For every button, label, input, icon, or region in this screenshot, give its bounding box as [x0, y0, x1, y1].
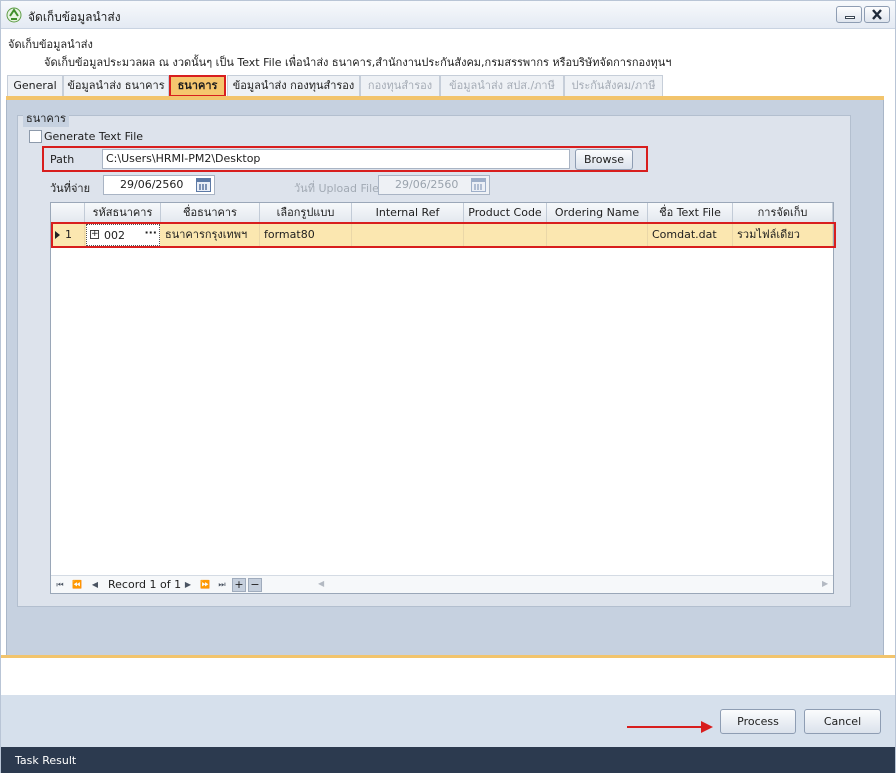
previous-record-icon[interactable]: ◀	[88, 578, 102, 592]
column-header[interactable]: Product Code	[464, 203, 547, 223]
remove-record-icon[interactable]: −	[248, 578, 262, 592]
tab-bank[interactable]: ธนาคาร	[169, 75, 226, 97]
recycle-app-icon	[6, 7, 22, 23]
column-header[interactable]: เลือกรูปแบบ	[260, 203, 352, 223]
description-body: จัดเก็บข้อมูลประมวลผล ณ งวดนั้นๆ เป็น Te…	[44, 56, 672, 69]
column-header[interactable]: รหัสธนาคาร	[85, 203, 161, 223]
cancel-button[interactable]: Cancel	[804, 709, 881, 734]
calendar-icon	[471, 178, 486, 192]
record-counter: Record 1 of 1	[108, 578, 182, 591]
task-result-label[interactable]: Task Result	[15, 754, 76, 767]
bank-grid: รหัสธนาคาร ชื่อธนาคาร เลือกรูปแบบ Intern…	[50, 202, 834, 594]
path-input[interactable]: C:\Users\HRMI-PM2\Desktop	[102, 149, 570, 169]
status-bar: Task Result	[1, 747, 895, 773]
minimize-button[interactable]	[836, 6, 862, 23]
column-header[interactable]: การจัดเก็บ	[733, 203, 833, 223]
pay-date-input[interactable]: 29/06/2560	[103, 175, 215, 195]
tab-bank-submission-data[interactable]: ข้อมูลนำส่ง ธนาคาร	[63, 75, 169, 97]
column-header[interactable]: ชื่อธนาคาร	[161, 203, 260, 223]
window-title: จัดเก็บข้อมูลนำส่ง	[28, 10, 121, 24]
annotation-arrow	[627, 726, 711, 728]
separator-line	[1, 655, 895, 658]
scroll-right-icon[interactable]: ▶	[822, 579, 828, 588]
generate-text-file-checkbox[interactable]	[29, 130, 42, 143]
tab-sso-tax-submission-data[interactable]: ข้อมูลนำส่ง สปส./ภาษี	[440, 75, 564, 97]
close-icon	[872, 9, 882, 20]
grid-navigator: ⏮ ⏪ ◀ Record 1 of 1 ▶ ⏩ ⏭ + − ◀ ▶	[51, 575, 833, 593]
first-record-icon[interactable]: ⏮	[53, 578, 67, 592]
next-record-icon[interactable]: ▶	[181, 578, 195, 592]
process-button[interactable]: Process	[720, 709, 796, 734]
calendar-icon[interactable]	[196, 178, 211, 192]
tab-panel-accent	[6, 96, 884, 100]
upload-date-value: 29/06/2560	[395, 178, 459, 191]
tab-general[interactable]: General	[7, 75, 63, 97]
title-bar: จัดเก็บข้อมูลนำส่ง	[1, 1, 895, 29]
last-record-icon[interactable]: ⏭	[215, 578, 229, 592]
previous-page-icon[interactable]: ⏪	[70, 578, 84, 592]
path-label: Path	[50, 153, 75, 166]
tab-social-security-tax[interactable]: ประกันสังคม/ภาษี	[564, 75, 663, 97]
close-button[interactable]	[864, 6, 890, 23]
browse-button[interactable]: Browse	[575, 149, 633, 170]
column-header[interactable]: Ordering Name	[547, 203, 648, 223]
pay-date-value: 29/06/2560	[120, 178, 184, 191]
upload-date-input: 29/06/2560	[378, 175, 490, 195]
tab-provident-fund-submission-data[interactable]: ข้อมูลนำส่ง กองทุนสำรอง	[227, 75, 360, 97]
upload-date-label: วันที่ Upload File	[294, 182, 379, 195]
add-record-icon[interactable]: +	[232, 578, 246, 592]
pay-date-label: วันที่จ่าย	[50, 182, 91, 195]
row-highlight-outline	[51, 222, 836, 248]
next-page-icon[interactable]: ⏩	[198, 578, 212, 592]
minimize-icon	[845, 16, 855, 19]
group-title: ธนาคาร	[23, 109, 69, 127]
column-header[interactable]: Internal Ref	[352, 203, 464, 223]
generate-text-file-label[interactable]: Generate Text File	[44, 130, 143, 143]
dialog-window: จัดเก็บข้อมูลนำส่ง จัดเก็บข้อมูลนำส่ง จั…	[0, 0, 896, 773]
scroll-left-icon[interactable]: ◀	[318, 579, 324, 588]
grid-header: รหัสธนาคาร ชื่อธนาคาร เลือกรูปแบบ Intern…	[51, 203, 833, 223]
tab-provident-fund[interactable]: กองทุนสำรอง	[360, 75, 440, 97]
column-header[interactable]: ชื่อ Text File	[648, 203, 733, 223]
row-header-corner	[51, 203, 85, 223]
description-title: จัดเก็บข้อมูลนำส่ง	[8, 38, 93, 51]
annotation-arrow-head	[701, 721, 713, 733]
